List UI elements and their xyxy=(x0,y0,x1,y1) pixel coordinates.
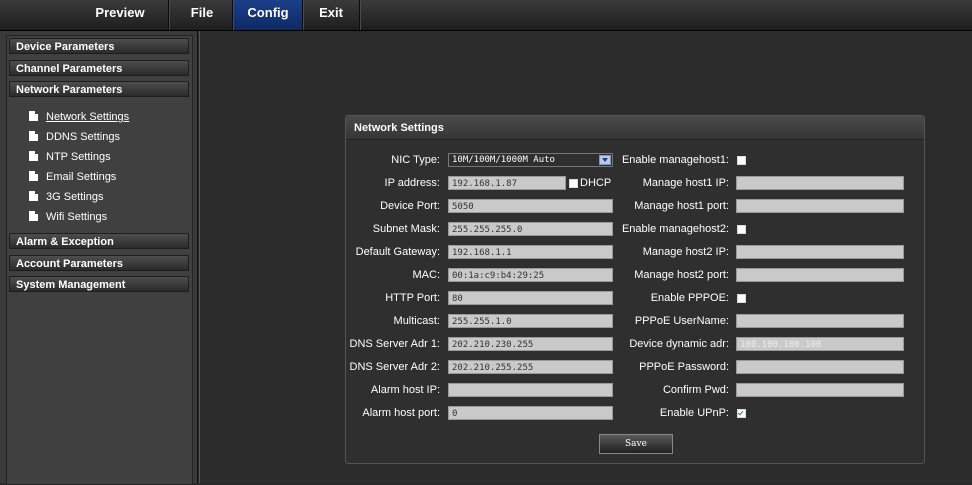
sidebar-item-ntp-settings[interactable]: NTP Settings xyxy=(29,149,111,165)
mac-label: MAC: xyxy=(412,269,441,281)
manage-host1-port-label: Manage host1 port: xyxy=(634,200,729,212)
save-button[interactable]: Save xyxy=(599,434,673,454)
document-icon xyxy=(29,191,38,201)
sidebar-item-3g-settings[interactable]: 3G Settings xyxy=(29,189,103,205)
dns1-label: DNS Server Adr 1: xyxy=(349,338,440,350)
menu-file[interactable]: File xyxy=(172,0,232,30)
sidebar-item-label: Wifi Settings xyxy=(46,211,108,223)
sidebar-network-parameters[interactable]: Network Parameters xyxy=(9,81,189,97)
sidebar-item-network-settings[interactable]: Network Settings xyxy=(29,109,129,125)
sidebar: Device Parameters Channel Parameters Net… xyxy=(0,31,198,485)
dns2-input[interactable]: 202.210.255.255 xyxy=(448,360,613,374)
sidebar-item-wifi-settings[interactable]: Wifi Settings xyxy=(29,209,107,225)
subnet-mask-label: Subnet Mask: xyxy=(372,223,440,235)
chevron-down-icon[interactable] xyxy=(599,155,611,165)
top-menu-bar: Preview File Config Exit xyxy=(0,0,972,31)
main-content: Network Settings NIC Type: 10M/100M/1000… xyxy=(199,31,972,483)
panel-title: Network Settings xyxy=(346,116,924,140)
alarm-host-port-input[interactable]: 0 xyxy=(448,406,613,420)
menu-separator xyxy=(302,0,304,30)
sidebar-alarm-exception[interactable]: Alarm & Exception xyxy=(9,233,189,249)
sidebar-item-email-settings[interactable]: Email Settings xyxy=(29,169,116,185)
dhcp-checkbox[interactable] xyxy=(569,179,578,188)
default-gateway-label: Default Gateway: xyxy=(355,246,440,258)
ip-address-input[interactable]: 192.168.1.87 xyxy=(448,176,566,190)
enable-upnp-checkbox[interactable] xyxy=(737,409,746,418)
alarm-host-ip-input[interactable] xyxy=(448,383,613,397)
http-port-input[interactable]: 80 xyxy=(448,291,613,305)
document-icon xyxy=(29,211,38,221)
document-icon xyxy=(29,131,38,141)
manage-host2-port-input[interactable] xyxy=(736,268,904,282)
manage-host1-ip-input[interactable] xyxy=(736,176,904,190)
default-gateway-input[interactable]: 192.168.1.1 xyxy=(448,245,613,259)
sidebar-system-management[interactable]: System Management xyxy=(9,276,189,292)
enable-pppoe-label: Enable PPPOE: xyxy=(650,292,729,304)
document-icon xyxy=(29,151,38,161)
dns1-input[interactable]: 202.210.230.255 xyxy=(448,337,613,351)
sidebar-item-label: NTP Settings xyxy=(46,151,111,163)
http-port-label: HTTP Port: xyxy=(385,292,440,304)
enable-managehost2-checkbox[interactable] xyxy=(737,225,746,234)
confirm-pwd-input[interactable] xyxy=(736,383,904,397)
document-icon xyxy=(29,171,38,181)
device-port-label: Device Port: xyxy=(380,200,440,212)
enable-upnp-label: Enable UPnP: xyxy=(659,407,729,419)
nic-type-label: NIC Type: xyxy=(391,154,440,166)
sidebar-device-parameters[interactable]: Device Parameters xyxy=(9,38,189,54)
pppoe-password-input[interactable] xyxy=(736,360,904,374)
device-port-input[interactable]: 5050 xyxy=(448,199,613,213)
pppoe-password-label: PPPoE Password: xyxy=(639,361,729,373)
manage-host1-ip-label: Manage host1 IP: xyxy=(642,177,729,189)
sidebar-item-label: Email Settings xyxy=(46,171,117,183)
manage-host2-ip-input[interactable] xyxy=(736,245,904,259)
document-icon xyxy=(29,111,38,121)
alarm-host-ip-label: Alarm host IP: xyxy=(370,384,440,396)
nic-type-value: 10M/100M/1000M Auto xyxy=(452,155,555,165)
sidebar-panel: Device Parameters Channel Parameters Net… xyxy=(6,35,193,485)
dns2-label: DNS Server Adr 2: xyxy=(349,361,440,373)
ip-address-label: IP address: xyxy=(384,177,440,189)
menu-separator xyxy=(168,0,170,30)
sidebar-channel-parameters[interactable]: Channel Parameters xyxy=(9,60,189,76)
menu-preview[interactable]: Preview xyxy=(80,0,160,30)
nic-type-select[interactable]: 10M/100M/1000M Auto xyxy=(448,153,613,167)
network-settings-panel: Network Settings NIC Type: 10M/100M/1000… xyxy=(345,115,925,464)
device-dynamic-adr-label: Device dynamic adr: xyxy=(629,338,729,350)
enable-managehost2-label: Enable managehost2: xyxy=(621,223,729,235)
multicast-input[interactable]: 255.255.1.0 xyxy=(448,314,613,328)
menu-separator xyxy=(359,0,361,30)
pppoe-username-label: PPPoE UserName: xyxy=(634,315,729,327)
manage-host1-port-input[interactable] xyxy=(736,199,904,213)
sidebar-item-ddns-settings[interactable]: DDNS Settings xyxy=(29,129,120,145)
subnet-mask-input[interactable]: 255.255.255.0 xyxy=(448,222,613,236)
multicast-label: Multicast: xyxy=(393,315,440,327)
manage-host2-ip-label: Manage host2 IP: xyxy=(642,246,729,258)
mac-input[interactable]: 00:1a:c9:b4:29:25 xyxy=(448,268,613,282)
alarm-host-port-label: Alarm host port: xyxy=(362,407,440,419)
sidebar-account-parameters[interactable]: Account Parameters xyxy=(9,255,189,271)
enable-managehost1-checkbox[interactable] xyxy=(737,156,746,165)
menu-config[interactable]: Config xyxy=(234,0,302,30)
menu-exit[interactable]: Exit xyxy=(305,0,357,30)
enable-pppoe-checkbox[interactable] xyxy=(737,294,746,303)
pppoe-username-input[interactable] xyxy=(736,314,904,328)
device-dynamic-adr-input[interactable]: 100.100.100.100 xyxy=(736,337,904,351)
sidebar-item-label: DDNS Settings xyxy=(46,131,120,143)
enable-managehost1-label: Enable managehost1: xyxy=(621,154,729,166)
sidebar-item-label: Network Settings xyxy=(46,111,130,123)
manage-host2-port-label: Manage host2 port: xyxy=(634,269,729,281)
sidebar-item-label: 3G Settings xyxy=(46,191,104,203)
confirm-pwd-label: Confirm Pwd: xyxy=(662,384,729,396)
dhcp-label: DHCP xyxy=(580,177,612,189)
